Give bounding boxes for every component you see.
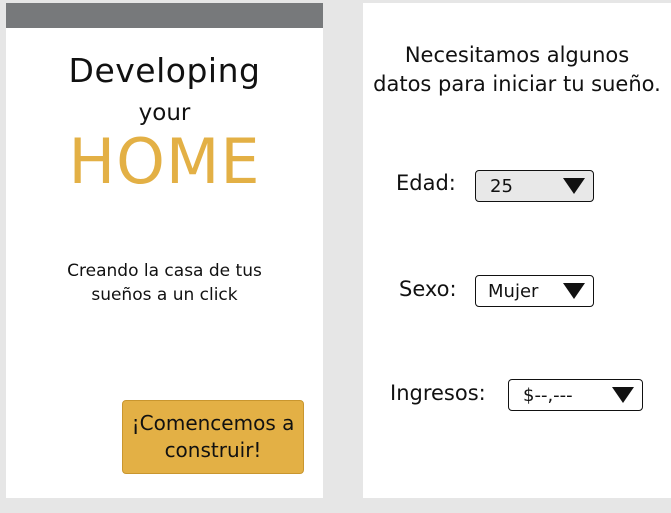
income-label: Ingresos: [390,381,486,405]
income-select[interactable]: $--,--- [508,379,643,411]
brand-title-your: your [138,100,191,126]
brand-title-home: HOME [68,125,261,198]
sex-select-value: Mujer [488,280,539,302]
welcome-panel: Developing your HOME Creando la casa de … [6,3,323,498]
form-heading: Necesitamos algunos datos para iniciar t… [373,43,661,96]
start-building-button[interactable]: ¡Comencemos a construir! [122,400,304,474]
status-bar [6,3,323,28]
income-select-value: $--,--- [523,384,573,406]
chevron-down-icon [563,283,585,299]
data-form-panel: Necesitamos algunos datos para iniciar t… [363,3,671,498]
brand-title-developing: Developing [68,51,261,90]
sex-select[interactable]: Mujer [475,275,594,307]
sex-label: Sexo: [399,277,457,301]
age-select[interactable]: 25 [475,170,594,202]
age-label: Edad: [396,171,456,195]
tagline: Creando la casa de tus sueños a un click [67,261,262,305]
chevron-down-icon [612,387,634,403]
chevron-down-icon [563,178,585,194]
age-select-value: 25 [490,175,513,197]
